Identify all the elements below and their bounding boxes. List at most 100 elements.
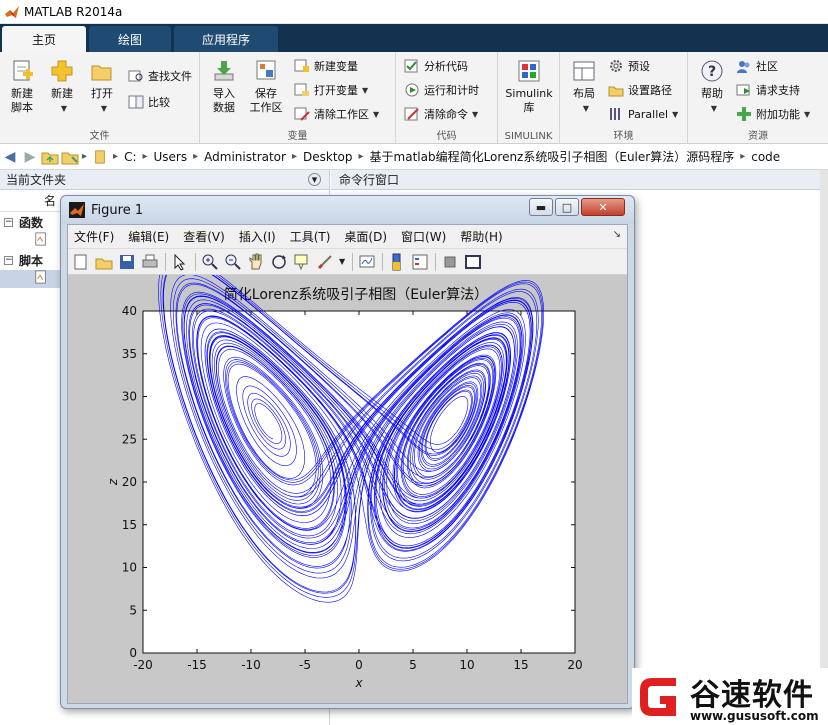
crumb-desktop[interactable]: Desktop [303, 150, 353, 164]
menu-view[interactable]: 查看(V) [183, 228, 225, 245]
x-tick-label: -5 [299, 658, 311, 672]
new-button[interactable]: 新建 ▼ [40, 58, 84, 116]
pan-hand-icon[interactable] [247, 253, 265, 271]
find-files-button[interactable]: 查找文件 [128, 66, 192, 86]
parallel-button[interactable]: Parallel ▼ [608, 104, 678, 124]
simulink-library-button[interactable]: Simulink 库 [504, 58, 554, 115]
menu-desktop[interactable]: 桌面(D) [344, 228, 387, 245]
save-workspace-button[interactable]: 保存 工作区 [244, 58, 288, 115]
new-figure-icon[interactable] [72, 253, 90, 271]
add-ons-button[interactable]: 附加功能 ▼ [736, 104, 810, 124]
crumb-users[interactable]: Users [154, 150, 188, 164]
ribbon: 新建 脚本 新建 ▼ 打开 ▼ 查找文件 比较 文件 导入 数据 保存 工作区 [0, 52, 828, 144]
forward-arrow-icon[interactable]: ▶ [20, 147, 40, 167]
collapse-icon[interactable]: − [4, 217, 13, 227]
tab-apps[interactable]: 应用程序 [174, 26, 278, 52]
browse-folder-icon[interactable] [60, 147, 80, 167]
simulink-library-label: Simulink 库 [505, 87, 553, 114]
help-button[interactable]: ? 帮助 ▼ [690, 58, 734, 116]
scrollbar[interactable] [820, 170, 828, 725]
chevron-down-icon: ▼ [804, 109, 811, 119]
run-and-time-button[interactable]: 运行和计时 [404, 80, 479, 100]
open-variable-button[interactable]: 打开变量 ▼ [294, 80, 368, 100]
menu-insert[interactable]: 插入(I) [239, 228, 276, 245]
compare-button[interactable]: 比较 [128, 92, 170, 112]
y-tick-label: 5 [129, 603, 137, 617]
request-support-button[interactable]: 请求支持 [736, 80, 800, 100]
command-window-header: 命令行窗口 [331, 170, 828, 190]
preferences-label: 预设 [628, 60, 650, 73]
menu-window[interactable]: 窗口(W) [401, 228, 446, 245]
watermark-logo: 谷速软件 www.gususoft.com [632, 668, 828, 725]
panel-menu-icon[interactable]: ▾ [308, 173, 321, 186]
analyze-code-button[interactable]: 分析代码 [404, 56, 468, 76]
menu-edit[interactable]: 编辑(E) [128, 228, 169, 245]
print-icon[interactable] [141, 253, 159, 271]
layout-icon [573, 61, 595, 81]
y-tick-label: 20 [122, 475, 137, 489]
tab-plots[interactable]: 绘图 [89, 26, 171, 52]
chevron-down-icon: ▼ [60, 104, 68, 113]
gear-icon [610, 60, 622, 72]
help-icon: ? [701, 60, 723, 82]
functions-label: 函数 [19, 215, 44, 230]
open-file-icon[interactable] [95, 253, 113, 271]
minimize-button[interactable]: ▬ [529, 198, 553, 216]
menu-file[interactable]: 文件(F) [74, 228, 114, 245]
ribbon-group-environment: 布局 ▼ 预设 设置路径 Parallel ▼ 环境 [560, 52, 688, 144]
open-button[interactable]: 打开 ▼ [80, 58, 124, 116]
community-button[interactable]: 社区 [736, 56, 778, 76]
x-tick-label: -15 [187, 658, 207, 672]
close-button[interactable]: ✕ [581, 198, 625, 216]
matlab-logo-icon [69, 202, 85, 218]
import-data-label: 导入 数据 [213, 87, 235, 114]
import-data-button[interactable]: 导入 数据 [202, 58, 246, 115]
save-icon[interactable] [118, 253, 136, 271]
chevron-down-icon: ▼ [710, 104, 718, 113]
legend-icon[interactable] [411, 253, 429, 271]
run-and-time-label: 运行和计时 [424, 84, 479, 97]
menu-help[interactable]: 帮助(H) [460, 228, 502, 245]
y-axis-label: z [106, 478, 120, 486]
toolbar-separator [165, 252, 166, 271]
tab-home[interactable]: 主页 [2, 26, 86, 52]
zoom-in-icon[interactable] [201, 253, 219, 271]
scripts-label: 脚本 [19, 253, 44, 268]
brush-icon[interactable] [316, 253, 334, 271]
hide-tools-icon[interactable] [441, 253, 459, 271]
x-tick-label: 0 [355, 658, 363, 672]
crumb-code[interactable]: code [751, 150, 780, 164]
chevron-down-icon[interactable]: ▼ [339, 257, 345, 266]
crumb-separator: ▸ [358, 151, 364, 162]
crumb-separator: ▸ [291, 151, 297, 162]
zoom-out-icon[interactable] [224, 253, 242, 271]
crumb-administrator[interactable]: Administrator [204, 150, 286, 164]
colorbar-icon[interactable] [388, 253, 406, 271]
preferences-button[interactable]: 预设 [608, 56, 650, 76]
menu-tools[interactable]: 工具(T) [290, 228, 331, 245]
link-plot-icon[interactable] [358, 253, 376, 271]
set-path-button[interactable]: 设置路径 [608, 80, 672, 100]
show-tools-icon[interactable] [464, 253, 482, 271]
back-arrow-icon[interactable]: ◀ [0, 147, 20, 167]
new-script-button[interactable]: 新建 脚本 [0, 58, 44, 115]
find-files-label: 查找文件 [148, 70, 192, 83]
clear-commands-button[interactable]: 清除命令 ▼ [404, 104, 478, 124]
layout-button[interactable]: 布局 ▼ [562, 58, 606, 116]
data-cursor-icon[interactable] [293, 253, 311, 271]
up-folder-icon[interactable] [40, 147, 60, 167]
figure-toolbar: ▼ [68, 249, 627, 275]
collapse-icon[interactable]: − [4, 255, 13, 265]
new-variable-button[interactable]: 新建变量 [294, 56, 358, 76]
y-tick-label: 15 [122, 518, 137, 532]
dock-arrow-icon[interactable]: ↘ [613, 229, 621, 240]
pointer-icon[interactable] [171, 253, 189, 271]
figure-titlebar[interactable]: Figure 1 ▬ □ ✕ [61, 196, 634, 224]
clear-workspace-button[interactable]: 清除工作区 ▼ [294, 104, 379, 124]
crumb-project-folder[interactable]: 基于matlab编程简化Lorenz系统吸引子相图（Euler算法）源码程序 [370, 148, 735, 165]
crumb-separator: ▸ [82, 151, 88, 162]
open-label: 打开 [91, 87, 113, 100]
maximize-button[interactable]: □ [555, 198, 579, 216]
crumb-drive[interactable]: C: [124, 150, 136, 164]
rotate-3d-icon[interactable] [270, 253, 288, 271]
